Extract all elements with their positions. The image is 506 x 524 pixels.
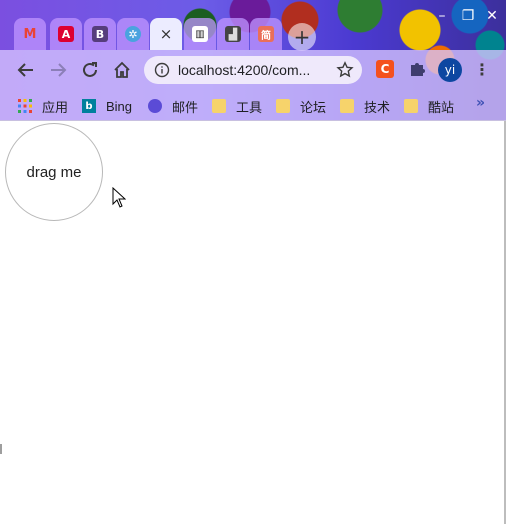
bookmark-label: 论坛 (300, 99, 327, 115)
app-icon: ▟ (225, 26, 241, 42)
gmail-icon: M (23, 26, 37, 42)
more-bookmarks-icon[interactable]: » (476, 95, 485, 111)
tab-bootstrap[interactable]: B (84, 18, 116, 50)
tab-angular[interactable]: A (50, 18, 82, 50)
apps-grid-icon (18, 99, 32, 113)
browser-chrome: M A B ✲ × ▥ ▟ 简 + – ❐ ✕ localhost:4200/c… (0, 0, 506, 121)
drag-me-circle[interactable]: drag me (5, 123, 103, 221)
tab-reader[interactable]: ▥ (184, 18, 216, 50)
restore-icon[interactable]: ❐ (460, 8, 476, 24)
book-icon: ▥ (192, 26, 208, 42)
bookmark-bing[interactable]: b Bing (82, 96, 132, 116)
tab-jianshu[interactable]: 简 (250, 18, 282, 50)
mail-icon (148, 99, 162, 113)
edge-marker (0, 444, 2, 454)
bookmark-mail[interactable]: 邮件 (148, 96, 198, 116)
close-tab-icon[interactable]: × (160, 25, 173, 43)
bookmark-label: 邮件 (172, 99, 199, 115)
bookmark-tools[interactable]: 工具 (212, 96, 262, 116)
bookmarks-bar: 应用 b Bing 邮件 工具 论坛 技术 酷站 (0, 90, 506, 121)
gear-icon: ✲ (125, 26, 141, 42)
tab-strip: M A B ✲ × ▥ ▟ 简 + – ❐ ✕ (0, 0, 506, 51)
tab-active[interactable]: × (150, 18, 182, 50)
forward-button[interactable] (46, 58, 70, 82)
home-icon (114, 61, 130, 78)
folder-icon (340, 99, 354, 113)
tab-gmail[interactable]: M (14, 18, 46, 50)
bookmark-label: 工具 (236, 99, 263, 115)
bing-icon: b (82, 99, 96, 113)
jianshu-icon: 简 (258, 26, 274, 42)
mouse-cursor-icon (112, 187, 126, 208)
bookmark-label: 技术 (364, 99, 391, 115)
folder-icon (404, 99, 418, 113)
folder-icon (212, 99, 226, 113)
bookmark-label: Bing (106, 98, 133, 114)
close-window-icon[interactable]: ✕ (484, 8, 500, 24)
minimize-icon[interactable]: – (434, 8, 450, 24)
address-bar[interactable]: localhost:4200/com... (144, 56, 362, 84)
angular-icon: A (58, 26, 74, 42)
bookmark-forum[interactable]: 论坛 (276, 96, 326, 116)
tab-dark[interactable]: ▟ (217, 18, 249, 50)
bookmark-apps[interactable]: 应用 (18, 96, 68, 116)
bookmark-label: 酷站 (428, 99, 455, 115)
extension-c-icon[interactable]: C (376, 60, 394, 78)
back-button[interactable] (14, 58, 38, 82)
url-text: localhost:4200/com... (178, 62, 311, 78)
puzzle-icon[interactable] (408, 60, 426, 78)
arrow-left-icon (17, 63, 33, 77)
reload-icon (83, 62, 97, 77)
tab-settings[interactable]: ✲ (117, 18, 149, 50)
bookmark-tech[interactable]: 技术 (340, 96, 390, 116)
star-icon[interactable] (336, 61, 354, 79)
toolbar: localhost:4200/com... C yi ⋮ (0, 50, 506, 90)
bootstrap-icon: B (92, 26, 108, 42)
reload-button[interactable] (78, 58, 102, 82)
bookmark-kuzhan[interactable]: 酷站 (404, 96, 454, 116)
kebab-menu-icon[interactable]: ⋮ (474, 59, 490, 81)
new-tab-button[interactable]: + (288, 23, 316, 51)
arrow-right-icon (51, 63, 67, 77)
page-content: drag me (0, 121, 506, 524)
info-icon[interactable] (154, 62, 170, 78)
avatar[interactable]: yi (438, 58, 462, 82)
bookmark-label: 应用 (42, 99, 69, 115)
home-button[interactable] (110, 58, 134, 82)
folder-icon (276, 99, 290, 113)
